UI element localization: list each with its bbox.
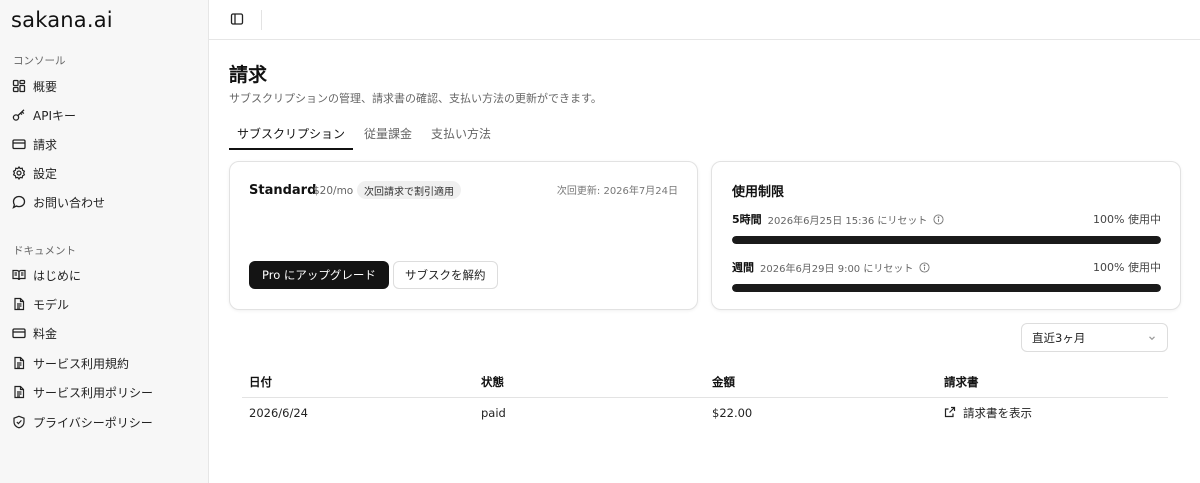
- shield-icon: [12, 415, 26, 429]
- document-icon: [12, 297, 26, 311]
- cancel-subscription-button[interactable]: サブスクを解約: [393, 261, 498, 289]
- usage-label: 5時間: [732, 213, 762, 226]
- chevron-down-icon: [1147, 333, 1157, 343]
- info-icon[interactable]: [933, 213, 944, 225]
- sidebar-item-label: サービス利用規約: [33, 356, 130, 371]
- usage-limits-title: 使用制限: [732, 185, 785, 200]
- column-header-date: 日付: [249, 375, 272, 389]
- tab-metered-billing[interactable]: 従量課金: [356, 122, 420, 150]
- usage-row-5h: 5時間 2026年6月25日 15:36 にリセット 100% 使用中: [732, 211, 1161, 244]
- sidebar-section-docs: ドキュメント: [13, 245, 76, 257]
- sidebar-item-settings[interactable]: 設定: [12, 161, 198, 185]
- invoice-date: 2026/6/24: [249, 406, 308, 420]
- sidebar-item-label: お問い合わせ: [33, 195, 106, 210]
- billing-tabs: サブスクリプション 従量課金 支払い方法: [229, 122, 502, 150]
- view-invoice-link[interactable]: 請求書を表示: [944, 405, 1168, 421]
- page-title: 請求: [229, 64, 268, 86]
- sidebar-item-label: 請求: [33, 137, 58, 152]
- column-header-invoice: 請求書: [944, 375, 979, 389]
- invoice-amount: $22.00: [712, 406, 753, 420]
- credit-card-icon: [12, 326, 26, 340]
- sidebar-toggle-icon: [230, 12, 244, 29]
- view-invoice-label: 請求書を表示: [963, 406, 1032, 420]
- period-select-value: 直近3ヶ月: [1032, 330, 1086, 345]
- usage-progress-fill: [732, 284, 1161, 292]
- usage-limits-card: 使用制限 5時間 2026年6月25日 15:36 にリセット 100% 使用中…: [711, 161, 1181, 310]
- subscription-card: Standard $20/mo 次回請求で割引適用 次回更新: 2026年7月2…: [229, 161, 698, 310]
- credit-card-icon: [12, 137, 26, 151]
- external-link-icon: [944, 406, 956, 421]
- usage-progress-fill: [732, 236, 1161, 244]
- sidebar-item-contact[interactable]: お問い合わせ: [12, 190, 198, 214]
- column-header-status: 状態: [481, 375, 504, 389]
- usage-reset-time: 2026年6月25日 15:36 にリセット: [767, 215, 928, 227]
- invoice-table: 日付 状態 金額 請求書 2026/6/24 paid $22.00 請求書を表…: [242, 368, 1168, 428]
- sidebar-item-label: はじめに: [33, 268, 82, 283]
- sidebar-section-console: コンソール: [13, 55, 66, 67]
- invoice-cell: 請求書を表示: [937, 405, 1168, 421]
- dashboard-icon: [12, 79, 26, 93]
- plan-name: Standard: [249, 183, 317, 198]
- sidebar-item-label: APIキー: [33, 108, 76, 123]
- sidebar-item-api-keys[interactable]: APIキー: [12, 103, 198, 127]
- invoice-status: paid: [481, 406, 506, 420]
- chat-bubble-icon: [12, 195, 26, 209]
- period-select[interactable]: 直近3ヶ月: [1021, 323, 1168, 352]
- sidebar-item-label: 設定: [33, 166, 58, 181]
- usage-label: 週間: [732, 261, 754, 274]
- tab-payment-method[interactable]: 支払い方法: [423, 122, 499, 150]
- upgrade-pro-button[interactable]: Pro にアップグレード: [249, 261, 389, 289]
- sidebar-item-overview[interactable]: 概要: [12, 74, 198, 98]
- table-header: 日付 状態 金額 請求書: [242, 368, 1168, 398]
- top-bar: [209, 0, 1200, 40]
- plan-price: $20/mo: [313, 185, 354, 197]
- gear-icon: [12, 166, 26, 180]
- page-subtitle: サブスクリプションの管理、請求書の確認、支払い方法の更新ができます。: [229, 92, 602, 105]
- key-icon: [12, 108, 26, 122]
- book-open-icon: [12, 268, 26, 282]
- usage-row-weekly: 週間 2026年6月29日 9:00 にリセット 100% 使用中: [732, 259, 1161, 292]
- discount-badge: 次回請求で割引適用: [357, 181, 461, 199]
- tab-subscription[interactable]: サブスクリプション: [229, 122, 354, 150]
- usage-percent: 100% 使用中: [1093, 213, 1161, 226]
- info-icon[interactable]: [919, 261, 930, 273]
- sidebar-item-label: プライバシーポリシー: [33, 415, 153, 430]
- usage-progress-bar: [732, 236, 1161, 244]
- document-icon: [12, 356, 26, 370]
- sidebar-item-usage-policy[interactable]: サービス利用ポリシー: [12, 380, 198, 404]
- usage-reset-time: 2026年6月29日 9:00 にリセット: [760, 263, 914, 275]
- sidebar: sakana.ai コンソール 概要 APIキー 請求 設定 お問い合わせ ドキ…: [0, 0, 209, 483]
- sidebar-item-privacy-policy[interactable]: プライバシーポリシー: [12, 410, 198, 434]
- top-bar-divider: [261, 10, 262, 30]
- next-renewal-date: 次回更新: 2026年7月24日: [556, 186, 678, 197]
- sidebar-item-getting-started[interactable]: はじめに: [12, 263, 198, 287]
- sidebar-item-label: 料金: [33, 326, 58, 341]
- sidebar-item-models[interactable]: モデル: [12, 292, 198, 316]
- sidebar-item-pricing[interactable]: 料金: [12, 321, 198, 345]
- table-row: 2026/6/24 paid $22.00 請求書を表示: [242, 398, 1168, 428]
- sidebar-item-label: モデル: [33, 297, 70, 312]
- sidebar-item-billing[interactable]: 請求: [12, 132, 198, 156]
- main-content: 請求 サブスクリプションの管理、請求書の確認、支払い方法の更新ができます。 サブ…: [209, 0, 1200, 483]
- sidebar-item-label: 概要: [33, 79, 58, 94]
- app-root: sakana.ai コンソール 概要 APIキー 請求 設定 お問い合わせ ドキ…: [0, 0, 1200, 483]
- column-header-amount: 金額: [712, 375, 735, 389]
- document-icon: [12, 385, 26, 399]
- usage-progress-bar: [732, 284, 1161, 292]
- sidebar-item-terms-of-service[interactable]: サービス利用規約: [12, 351, 198, 375]
- usage-percent: 100% 使用中: [1093, 261, 1161, 274]
- sidebar-toggle-button[interactable]: [229, 12, 245, 28]
- sidebar-item-label: サービス利用ポリシー: [33, 385, 154, 400]
- brand-logo[interactable]: sakana.ai: [11, 8, 113, 32]
